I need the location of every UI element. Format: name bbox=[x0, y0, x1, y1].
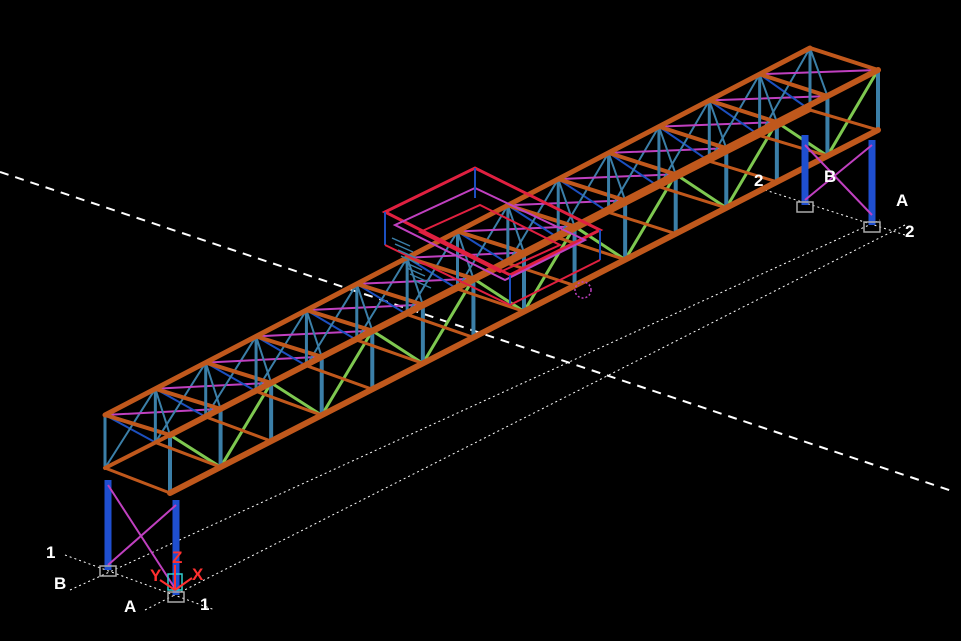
diagonal-front bbox=[471, 277, 526, 313]
cad-viewport[interactable]: 1 B A 1 2 B A 2 Z Y X bbox=[0, 0, 961, 636]
diagonal-front bbox=[674, 172, 728, 210]
truss-members bbox=[102, 45, 881, 496]
bottom-front-chord bbox=[167, 127, 881, 496]
grid-label-col-b-right: B bbox=[824, 167, 837, 186]
top-front-chord bbox=[167, 67, 881, 438]
structure-model bbox=[0, 45, 956, 611]
ucs-x-label: X bbox=[192, 565, 204, 584]
grid-label-col-a-right: A bbox=[896, 191, 909, 210]
grid-label-row-1-left: 1 bbox=[46, 543, 56, 562]
stair-tread bbox=[391, 237, 411, 247]
bottom-crossbeam bbox=[103, 466, 172, 495]
grid-label-col-a-left: A bbox=[124, 597, 137, 616]
stair-tread bbox=[406, 267, 426, 277]
grid-line-2 bbox=[764, 189, 906, 236]
bottom-crossbeam bbox=[657, 185, 728, 210]
ucs-y-label: Y bbox=[150, 566, 162, 585]
bottom-crossbeam bbox=[758, 134, 829, 158]
grid-label-row-2-right: 2 bbox=[754, 171, 764, 190]
top-crossbeam bbox=[808, 46, 880, 72]
grid-label-row-1-bottom: 1 bbox=[200, 595, 210, 614]
ucs-z-label: Z bbox=[172, 548, 183, 567]
bottom-crossbeam bbox=[456, 287, 526, 313]
grid-label-row-2-far-right: 2 bbox=[905, 222, 915, 241]
grid-label-col-b-left: B bbox=[54, 574, 67, 593]
top-back-chord bbox=[102, 45, 813, 418]
ucs-icon bbox=[159, 565, 193, 591]
